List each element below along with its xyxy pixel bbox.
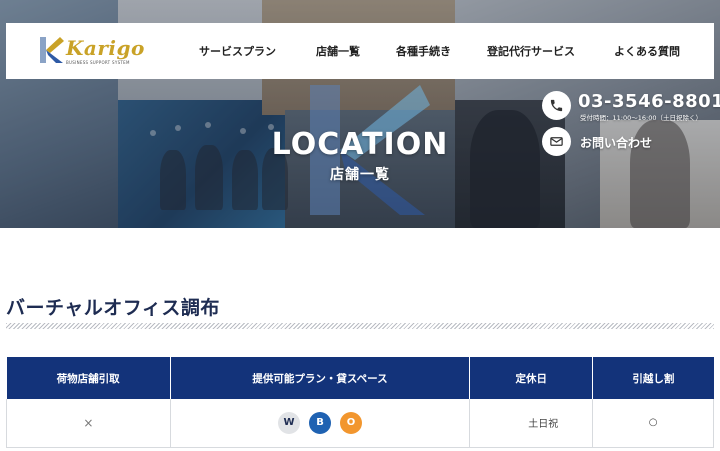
- table-header-row: 荷物店舗引取 提供可能プラン・貸スペース 定休日 引越し割: [6, 357, 714, 399]
- location-info-table: 荷物店舗引取 提供可能プラン・貸スペース 定休日 引越し割 × W B O 土日…: [6, 357, 714, 448]
- nav-item-faq[interactable]: よくある質問: [614, 43, 680, 59]
- pickup-cell: ×: [6, 399, 171, 448]
- nav-item-registration[interactable]: 登記代行サービス: [487, 43, 575, 59]
- plan-badge-w[interactable]: W: [278, 411, 301, 434]
- moving-discount-value: ○: [648, 417, 658, 429]
- section-title: バーチャルオフィス調布: [6, 297, 220, 319]
- column-header: 荷物店舗引取: [6, 357, 171, 399]
- plan-badge-b[interactable]: B: [309, 411, 332, 434]
- plans-cell: W B O: [170, 399, 471, 448]
- column-header: 提供可能プラン・貸スペース: [170, 357, 471, 399]
- holiday-value: 土日祝: [528, 419, 559, 431]
- hero-subtitle: 店舗一覧: [330, 167, 390, 183]
- nav-item-procedures[interactable]: 各種手続き: [396, 43, 451, 59]
- column-header: 引越し割: [592, 357, 714, 399]
- phone-icon[interactable]: [542, 91, 571, 120]
- nav-item-service-plan[interactable]: サービスプラン: [199, 43, 276, 59]
- nav-item-locations[interactable]: 店舗一覧: [316, 43, 360, 59]
- business-hours: 受付時間：11:00〜16:00（土日祝除く）: [580, 114, 702, 122]
- brand-tagline: BUSINESS SUPPORT SYSTEM: [66, 60, 130, 65]
- inquiry-link[interactable]: お問い合わせ: [580, 134, 652, 151]
- k-logo-icon: [40, 37, 64, 63]
- section-divider: [6, 323, 714, 329]
- pickup-value: ×: [83, 415, 94, 430]
- site-header: Karigo BUSINESS SUPPORT SYSTEM サービスプラン 店…: [6, 23, 714, 79]
- plan-badge-o[interactable]: O: [340, 411, 363, 434]
- brand-logo[interactable]: Karigo BUSINESS SUPPORT SYSTEM: [36, 33, 156, 69]
- brand-name: Karigo: [66, 36, 145, 60]
- phone-number[interactable]: 03-3546-8801: [578, 91, 720, 112]
- column-header: 定休日: [469, 357, 594, 399]
- holiday-cell: 土日祝: [469, 399, 594, 448]
- table-row: × W B O 土日祝 ○: [6, 399, 714, 448]
- mail-icon[interactable]: [542, 127, 571, 156]
- plan-badges: W B O: [278, 411, 363, 434]
- moving-discount-cell: ○: [592, 399, 714, 448]
